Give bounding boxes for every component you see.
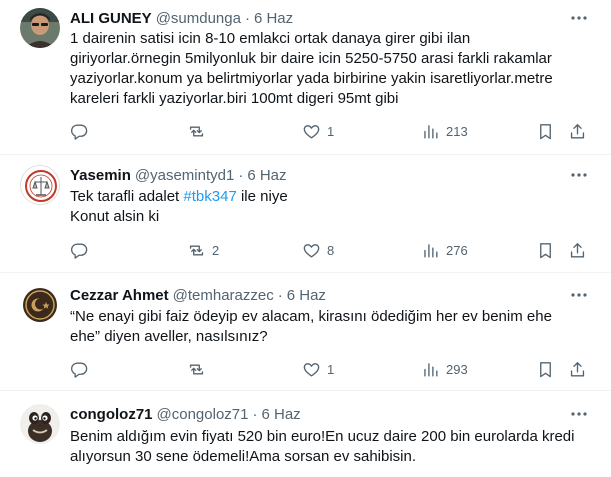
bookmark-icon [540, 123, 551, 139]
separator: · [244, 9, 250, 27]
views-button[interactable]: 213 [421, 121, 468, 141]
display-name[interactable]: Cezzar Ahmet [70, 287, 169, 304]
tweet-header: Yasemin @yasemintyd1 · 6 Haz [70, 165, 287, 185]
share-button[interactable] [568, 359, 587, 379]
like-count: 1 [327, 361, 335, 377]
retweet-icon [189, 244, 204, 256]
heart-icon [303, 243, 320, 258]
tweet-actions: 1 293 [70, 359, 600, 379]
bookmark-button[interactable] [536, 240, 555, 260]
separator: · [238, 166, 244, 184]
bookmark-icon [540, 361, 551, 377]
tweet-text-segment: ile niye [236, 188, 288, 205]
tweet-1[interactable]: ALI GUNEY @sumdunga · 6 Haz 1 dairenin s… [0, 0, 611, 155]
bookmark-icon [540, 242, 551, 258]
views-icon [424, 362, 438, 377]
retweet-button[interactable]: 2 [187, 240, 219, 260]
timestamp[interactable]: 6 Haz [247, 167, 286, 184]
separator: · [252, 405, 258, 423]
tweet-text-line: alıyorsun 30 sene ödemeli!Ama sorsan ev … [70, 448, 417, 465]
timestamp[interactable]: 6 Haz [254, 10, 293, 27]
tweet-text-line: Konut alsin ki [70, 208, 160, 225]
view-count: 276 [446, 242, 468, 258]
views-button[interactable]: 276 [421, 240, 468, 260]
share-icon [570, 123, 585, 139]
retweet-count: 2 [212, 242, 220, 258]
display-name[interactable]: congoloz71 [70, 406, 153, 423]
more-options-icon[interactable] [569, 404, 589, 424]
heart-icon [303, 362, 320, 377]
avatar-yasemin[interactable] [20, 165, 60, 205]
more-options-icon[interactable] [569, 285, 589, 305]
reply-button[interactable] [70, 359, 95, 379]
username[interactable]: @temharazzec [173, 287, 274, 304]
tweet-text-line: “Ne enayi gibi faiz ödeyip ev alacam, ki… [70, 308, 552, 325]
view-count: 293 [446, 361, 468, 377]
tweet-text-line: Tek tarafli adalet #tbk347 ile niye [70, 187, 600, 207]
timestamp[interactable]: 6 Haz [287, 287, 326, 304]
tweet-actions: 2 8 276 [70, 240, 600, 260]
retweet-button[interactable] [187, 121, 212, 141]
tweet-text-line: 1 dairenin satisi icin 8-10 emlakci orta… [70, 30, 471, 47]
retweet-icon [189, 125, 204, 137]
separator: · [277, 286, 283, 304]
like-count: 8 [327, 242, 335, 258]
share-icon [570, 361, 585, 377]
tweet-2[interactable]: Yasemin @yasemintyd1 · 6 Haz Tek tarafli… [0, 155, 611, 273]
view-count: 213 [446, 123, 468, 139]
timestamp[interactable]: 6 Haz [261, 406, 300, 423]
views-icon [424, 124, 438, 139]
display-name[interactable]: ALI GUNEY [70, 10, 152, 27]
share-button[interactable] [568, 240, 587, 260]
avatar-congoloz71[interactable] [20, 404, 60, 444]
tweet-text-line: kareleri farkli yaziyorlar.biri 100mt di… [70, 90, 399, 107]
tweet-text-line: ehe” diyen aveller, nasılsınız? [70, 328, 268, 345]
tweet-header: Cezzar Ahmet @temharazzec · 6 Haz [70, 285, 326, 305]
username[interactable]: @sumdunga [156, 10, 241, 27]
username[interactable]: @congoloz71 [157, 406, 249, 423]
heart-icon [303, 124, 320, 139]
reply-icon [71, 361, 88, 378]
tweet-text: Benim aldığım evin fiyatı 520 bin euro!E… [70, 427, 600, 467]
share-button[interactable] [568, 121, 587, 141]
share-icon [570, 242, 585, 258]
like-button[interactable]: 1 [302, 359, 334, 379]
avatar-cezzar-ahmet[interactable] [20, 285, 60, 325]
reply-button[interactable] [70, 240, 95, 260]
tweet-actions: 1 213 [70, 121, 600, 141]
like-count: 1 [327, 123, 335, 139]
tweet-text: “Ne enayi gibi faiz ödeyip ev alacam, ki… [70, 307, 600, 347]
tweet-3[interactable]: Cezzar Ahmet @temharazzec · 6 Haz “Ne en… [0, 273, 611, 391]
tweet-text-line: giriyorlar.örnegin 5milyonluk bir daire … [70, 50, 552, 67]
bookmark-button[interactable] [536, 121, 555, 141]
reply-button[interactable] [70, 121, 95, 141]
like-button[interactable]: 1 [302, 121, 334, 141]
username[interactable]: @yasemintyd1 [135, 167, 234, 184]
views-button[interactable]: 293 [421, 359, 468, 379]
more-options-icon[interactable] [569, 165, 589, 185]
hashtag-link[interactable]: #tbk347 [183, 188, 236, 205]
retweet-button[interactable] [187, 359, 212, 379]
avatar-ali-guney[interactable] [20, 8, 60, 48]
reply-icon [71, 123, 88, 140]
tweet-text-line: yaziyorlar.konum ya belirtmiyorlar yada … [70, 70, 553, 87]
display-name[interactable]: Yasemin [70, 167, 131, 184]
like-button[interactable]: 8 [302, 240, 334, 260]
tweet-header: ALI GUNEY @sumdunga · 6 Haz [70, 8, 293, 28]
tweet-text: Tek tarafli adalet #tbk347 ile niye Konu… [70, 187, 600, 227]
tweet-4[interactable]: congoloz71 @congoloz71 · 6 Haz Benim ald… [0, 391, 611, 477]
tweet-text-segment: Tek tarafli adalet [70, 188, 184, 205]
retweet-icon [189, 363, 204, 375]
views-icon [424, 243, 438, 258]
tweet-text-line: Benim aldığım evin fiyatı 520 bin euro!E… [70, 428, 575, 445]
bookmark-button[interactable] [536, 359, 555, 379]
more-options-icon[interactable] [569, 8, 589, 28]
tweet-header: congoloz71 @congoloz71 · 6 Haz [70, 404, 301, 424]
reply-icon [71, 242, 88, 259]
tweet-text: 1 dairenin satisi icin 8-10 emlakci orta… [70, 29, 600, 109]
